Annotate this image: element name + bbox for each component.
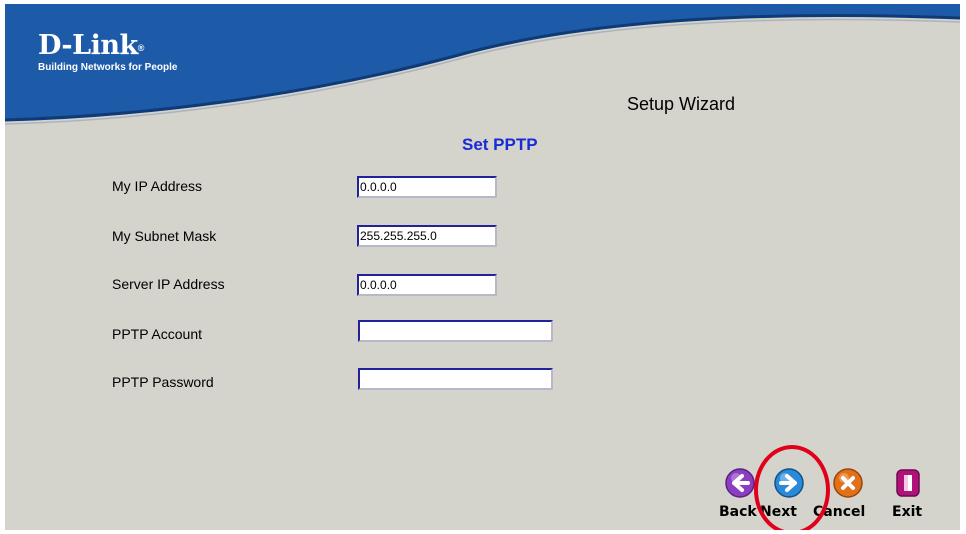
brand-tagline: Building Networks for People bbox=[38, 62, 178, 73]
next-label: Next bbox=[760, 504, 797, 520]
exit-door-icon bbox=[896, 469, 920, 497]
pptp-account-input[interactable] bbox=[358, 320, 553, 342]
cancel-label: Cancel bbox=[813, 504, 866, 520]
next-button[interactable]: Next bbox=[760, 468, 816, 530]
server-ip-label: Server IP Address bbox=[112, 276, 225, 292]
server-ip-input[interactable] bbox=[357, 274, 497, 296]
pptp-password-label: PPTP Password bbox=[112, 374, 214, 390]
dlink-logo: D-Link® Building Networks for People bbox=[38, 32, 177, 74]
section-title: Set PPTP bbox=[462, 135, 538, 154]
cancel-x-icon bbox=[833, 468, 863, 498]
next-arrow-icon bbox=[774, 468, 804, 498]
pptp-account-label: PPTP Account bbox=[112, 326, 203, 342]
back-label: Back bbox=[719, 504, 757, 520]
back-arrow-icon bbox=[725, 468, 755, 498]
subnet-mask-input[interactable] bbox=[357, 225, 497, 247]
setup-wizard-page: D-Link® Building Networks for People Set… bbox=[5, 4, 960, 530]
my-ip-input[interactable] bbox=[357, 176, 497, 198]
cancel-button[interactable]: Cancel bbox=[813, 468, 875, 530]
back-button[interactable]: Back bbox=[717, 468, 767, 530]
exit-button[interactable]: Exit bbox=[885, 468, 935, 530]
trademark-mark: ® bbox=[137, 43, 145, 53]
my-ip-label: My IP Address bbox=[112, 178, 203, 194]
exit-label: Exit bbox=[892, 504, 923, 520]
header-banner bbox=[5, 4, 960, 125]
wizard-title: Setup Wizard bbox=[627, 94, 736, 114]
subnet-mask-label: My Subnet Mask bbox=[112, 228, 217, 244]
pptp-password-input[interactable] bbox=[358, 368, 553, 390]
brand-name: D-Link bbox=[38, 30, 138, 61]
